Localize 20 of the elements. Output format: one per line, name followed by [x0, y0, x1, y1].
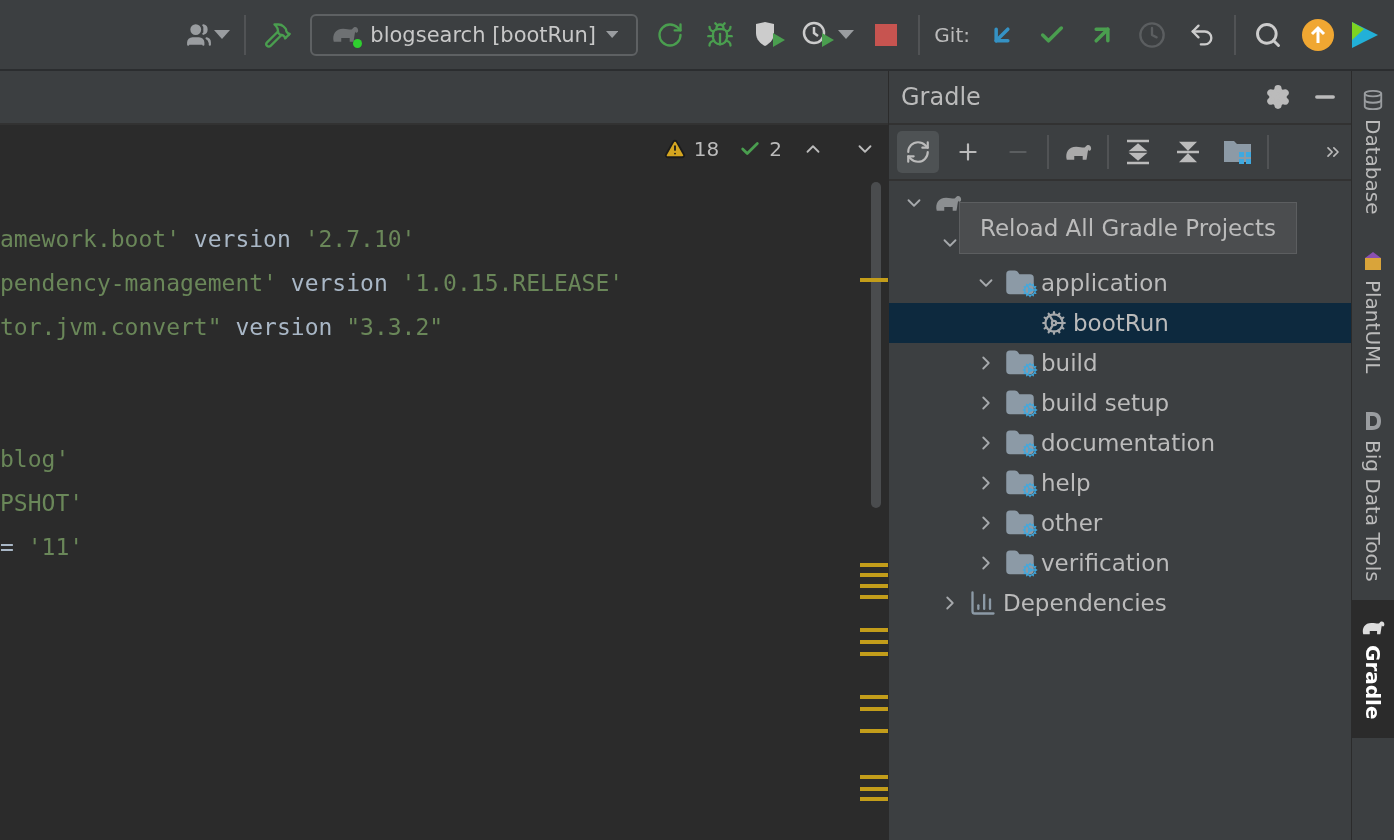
git-label: Git: — [934, 22, 970, 47]
tree-label: build — [1041, 350, 1098, 376]
tree-label: application — [1041, 270, 1168, 296]
code-line: PSHOT' — [0, 489, 85, 518]
tree-label: Dependencies — [1003, 590, 1167, 616]
tooltip: Reload All Gradle Projects — [959, 202, 1297, 254]
weak-warning-count: 2 — [769, 137, 782, 161]
code-line: blog' — [0, 445, 71, 474]
tree-label: build setup — [1041, 390, 1170, 416]
code-line: pendency-management' version '1.0.15.RELEASE' — [0, 269, 625, 298]
panel-title: Gradle — [901, 83, 982, 111]
code-line: tor.jvm.convert" version "3.3.2" — [0, 313, 445, 342]
code-line: = '11' — [0, 533, 85, 562]
tree-label: other — [1041, 510, 1103, 536]
warning-count: 18 — [693, 137, 720, 161]
code-line: amework.boot' version '2.7.10' — [0, 225, 417, 254]
tree-label: help — [1041, 470, 1091, 496]
tree-label: documentation — [1041, 430, 1216, 456]
tree-label: verification — [1041, 550, 1170, 576]
tree-label: bootRun — [1073, 310, 1169, 336]
